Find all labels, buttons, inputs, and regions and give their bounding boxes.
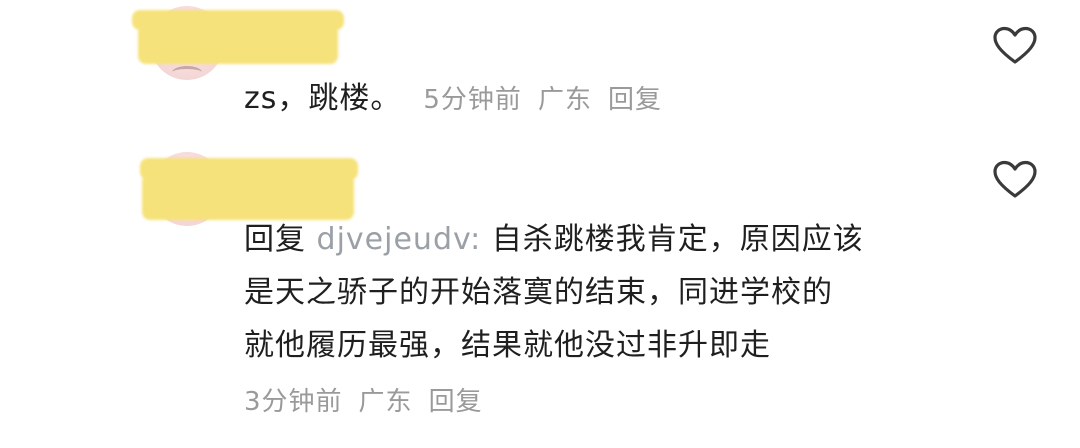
reply-button[interactable]: 回复 (608, 85, 662, 115)
comment-text: zs，跳楼。 5分钟前 广东 回复 (244, 76, 662, 123)
comment-time: 3分钟前 (244, 387, 343, 417)
reply-to-username[interactable]: djvejeudv: (317, 222, 482, 257)
heart-outline-icon (993, 26, 1037, 64)
comment-body-line: 是天之骄子的开始落寞的结束，同进学校的 (244, 275, 833, 310)
heart-outline-icon (993, 160, 1037, 198)
like-button[interactable] (992, 26, 1038, 66)
comment-meta: 3分钟前 广东 回复 (244, 382, 483, 422)
comment-location: 广东 (537, 85, 592, 115)
comment-item: zs，跳楼。 5分钟前 广东 回复 (0, 0, 1080, 140)
like-button[interactable] (992, 160, 1038, 200)
comment-item: 回复 djvejeudv: 自杀跳楼我肯定，原因应该 是天之骄子的开始落寞的结束… (0, 140, 1080, 448)
avatar-decoration (172, 66, 202, 79)
comment-body: zs，跳楼。 (244, 81, 402, 116)
username-redaction (138, 24, 338, 64)
reply-prefix: 回复 (244, 222, 306, 257)
reply-button[interactable]: 回复 (429, 387, 483, 417)
comment-location: 广东 (358, 387, 413, 417)
comment-line-1: 回复 djvejeudv: 自杀跳楼我肯定，原因应该 (244, 213, 864, 266)
comment-meta: 5分钟前 广东 回复 (423, 85, 662, 115)
comment-body-line: 就他履历最强，结果就他没过非升即走 (244, 328, 771, 363)
comment-body-line: 自杀跳楼我肯定，原因应该 (491, 222, 864, 257)
comment-time: 5分钟前 (423, 85, 522, 115)
comment-text: 回复 djvejeudv: 自杀跳楼我肯定，原因应该 是天之骄子的开始落寞的结束… (244, 213, 864, 372)
